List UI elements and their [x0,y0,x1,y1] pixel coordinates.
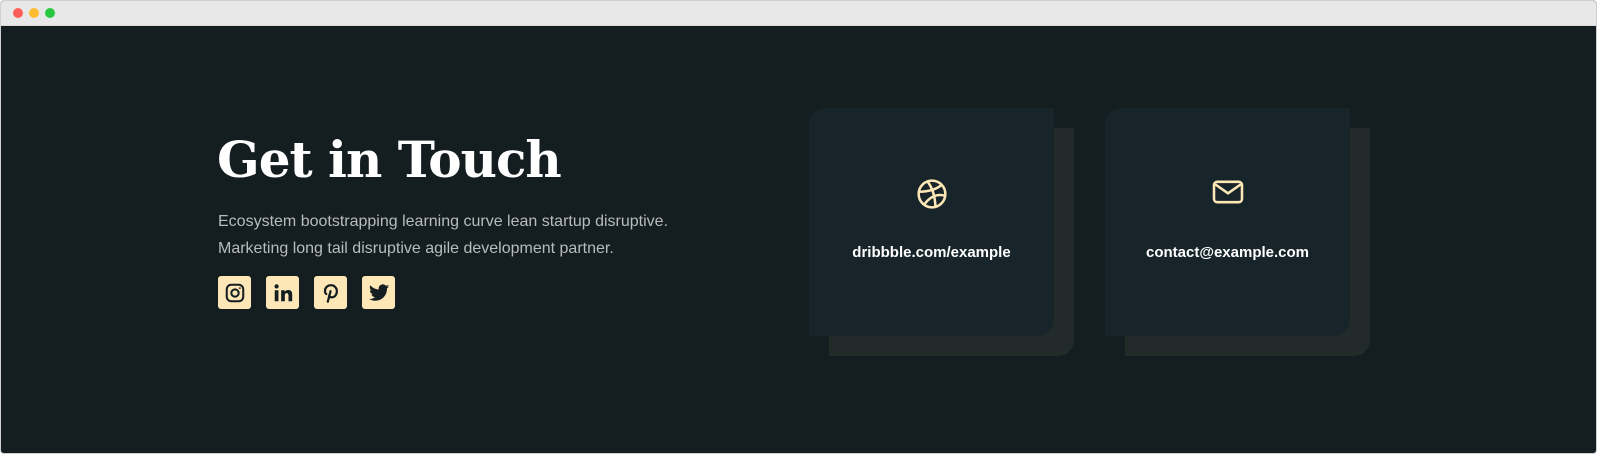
email-card-panel[interactable]: contact@example.com [1105,108,1350,336]
close-window-button[interactable] [13,8,23,18]
twitter-link[interactable] [362,276,395,309]
browser-window: Get in Touch Ecosystem bootstrapping lea… [0,0,1597,454]
minimize-window-button[interactable] [29,8,39,18]
social-links [218,276,395,309]
contact-section: Get in Touch Ecosystem bootstrapping lea… [1,26,1596,453]
dribbble-link-text[interactable]: dribbble.com/example [809,244,1054,261]
email-link-text[interactable]: contact@example.com [1105,244,1350,261]
linkedin-link[interactable] [266,276,299,309]
mail-icon [1211,178,1245,211]
dribbble-icon [916,178,948,215]
page-title: Get in Touch [217,130,562,189]
pinterest-icon [320,282,342,304]
maximize-window-button[interactable] [45,8,55,18]
dribbble-card-panel[interactable]: dribbble.com/example [809,108,1054,336]
instagram-link[interactable] [218,276,251,309]
linkedin-icon [272,282,294,304]
pinterest-link[interactable] [314,276,347,309]
instagram-icon [224,282,246,304]
twitter-icon [368,282,390,304]
email-card: contact@example.com [1105,108,1370,356]
window-titlebar [1,1,1596,26]
contact-description: Ecosystem bootstrapping learning curve l… [218,213,669,257]
dribbble-card: dribbble.com/example [809,108,1074,356]
